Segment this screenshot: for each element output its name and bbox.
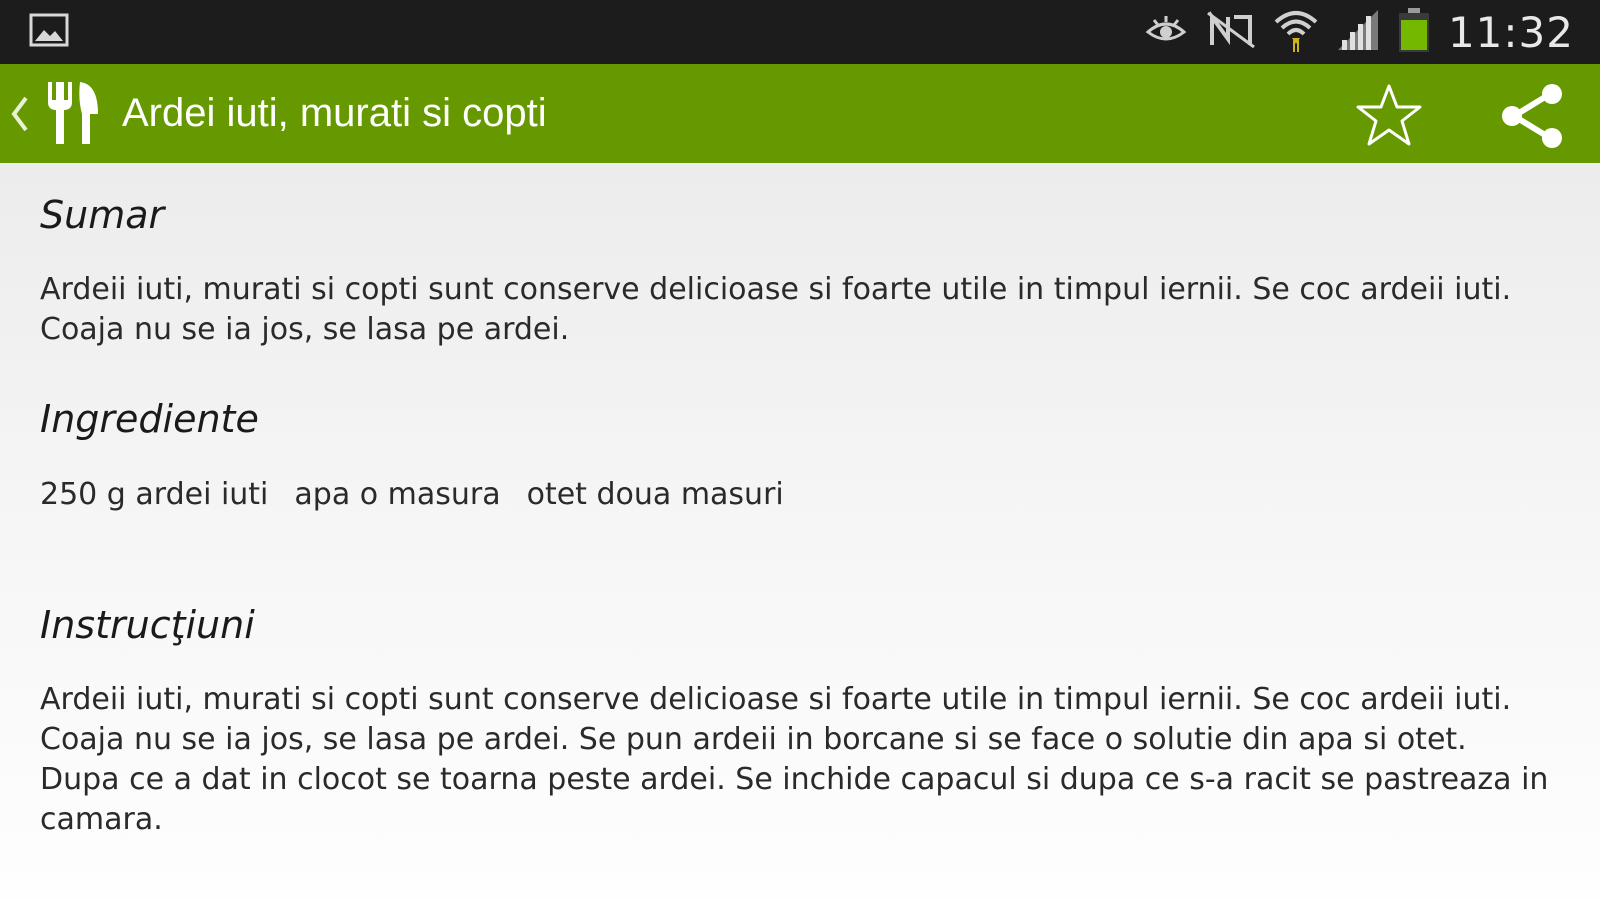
- wifi-icon: [1274, 8, 1318, 56]
- share-icon[interactable]: [1498, 82, 1566, 148]
- gallery-notification-icon: [28, 12, 70, 48]
- nfc-icon: [1206, 10, 1256, 53]
- instructions-heading: Instrucţiuni: [40, 603, 255, 647]
- summary-text: Ardeii iuti, murati si copti sunt conser…: [40, 272, 1512, 347]
- star-icon[interactable]: [1354, 82, 1424, 148]
- summary-heading: Sumar: [40, 193, 165, 237]
- signal-icon: [1336, 10, 1380, 54]
- ingredient-item: apa o masura: [294, 477, 501, 512]
- ingredients-heading: Ingrediente: [40, 397, 259, 441]
- status-clock: 11:32: [1447, 7, 1574, 57]
- recipe-content[interactable]: Sumar Ardeii iuti, murati si copti sunt …: [0, 163, 1600, 900]
- battery-icon: [1398, 8, 1430, 56]
- action-bar-title: Ardei iuti, murati si copti: [122, 91, 547, 135]
- instructions-text: Ardeii iuti, murati si copti sunt conser…: [40, 682, 1549, 837]
- ingredient-item: 250 g ardei iuti: [40, 477, 269, 512]
- back-chevron-icon[interactable]: [8, 94, 32, 134]
- ingredients-list: 250 g ardei iuti apa o masura otet doua …: [40, 475, 784, 515]
- status-bar: 11:32: [0, 0, 1600, 64]
- eye-icon: [1144, 12, 1188, 52]
- status-icons: 11:32: [1144, 0, 1574, 64]
- ingredient-item: otet doua masuri: [526, 477, 784, 512]
- action-bar: Ardei iuti, murati si copti: [0, 64, 1600, 163]
- fork-knife-icon[interactable]: [44, 80, 100, 146]
